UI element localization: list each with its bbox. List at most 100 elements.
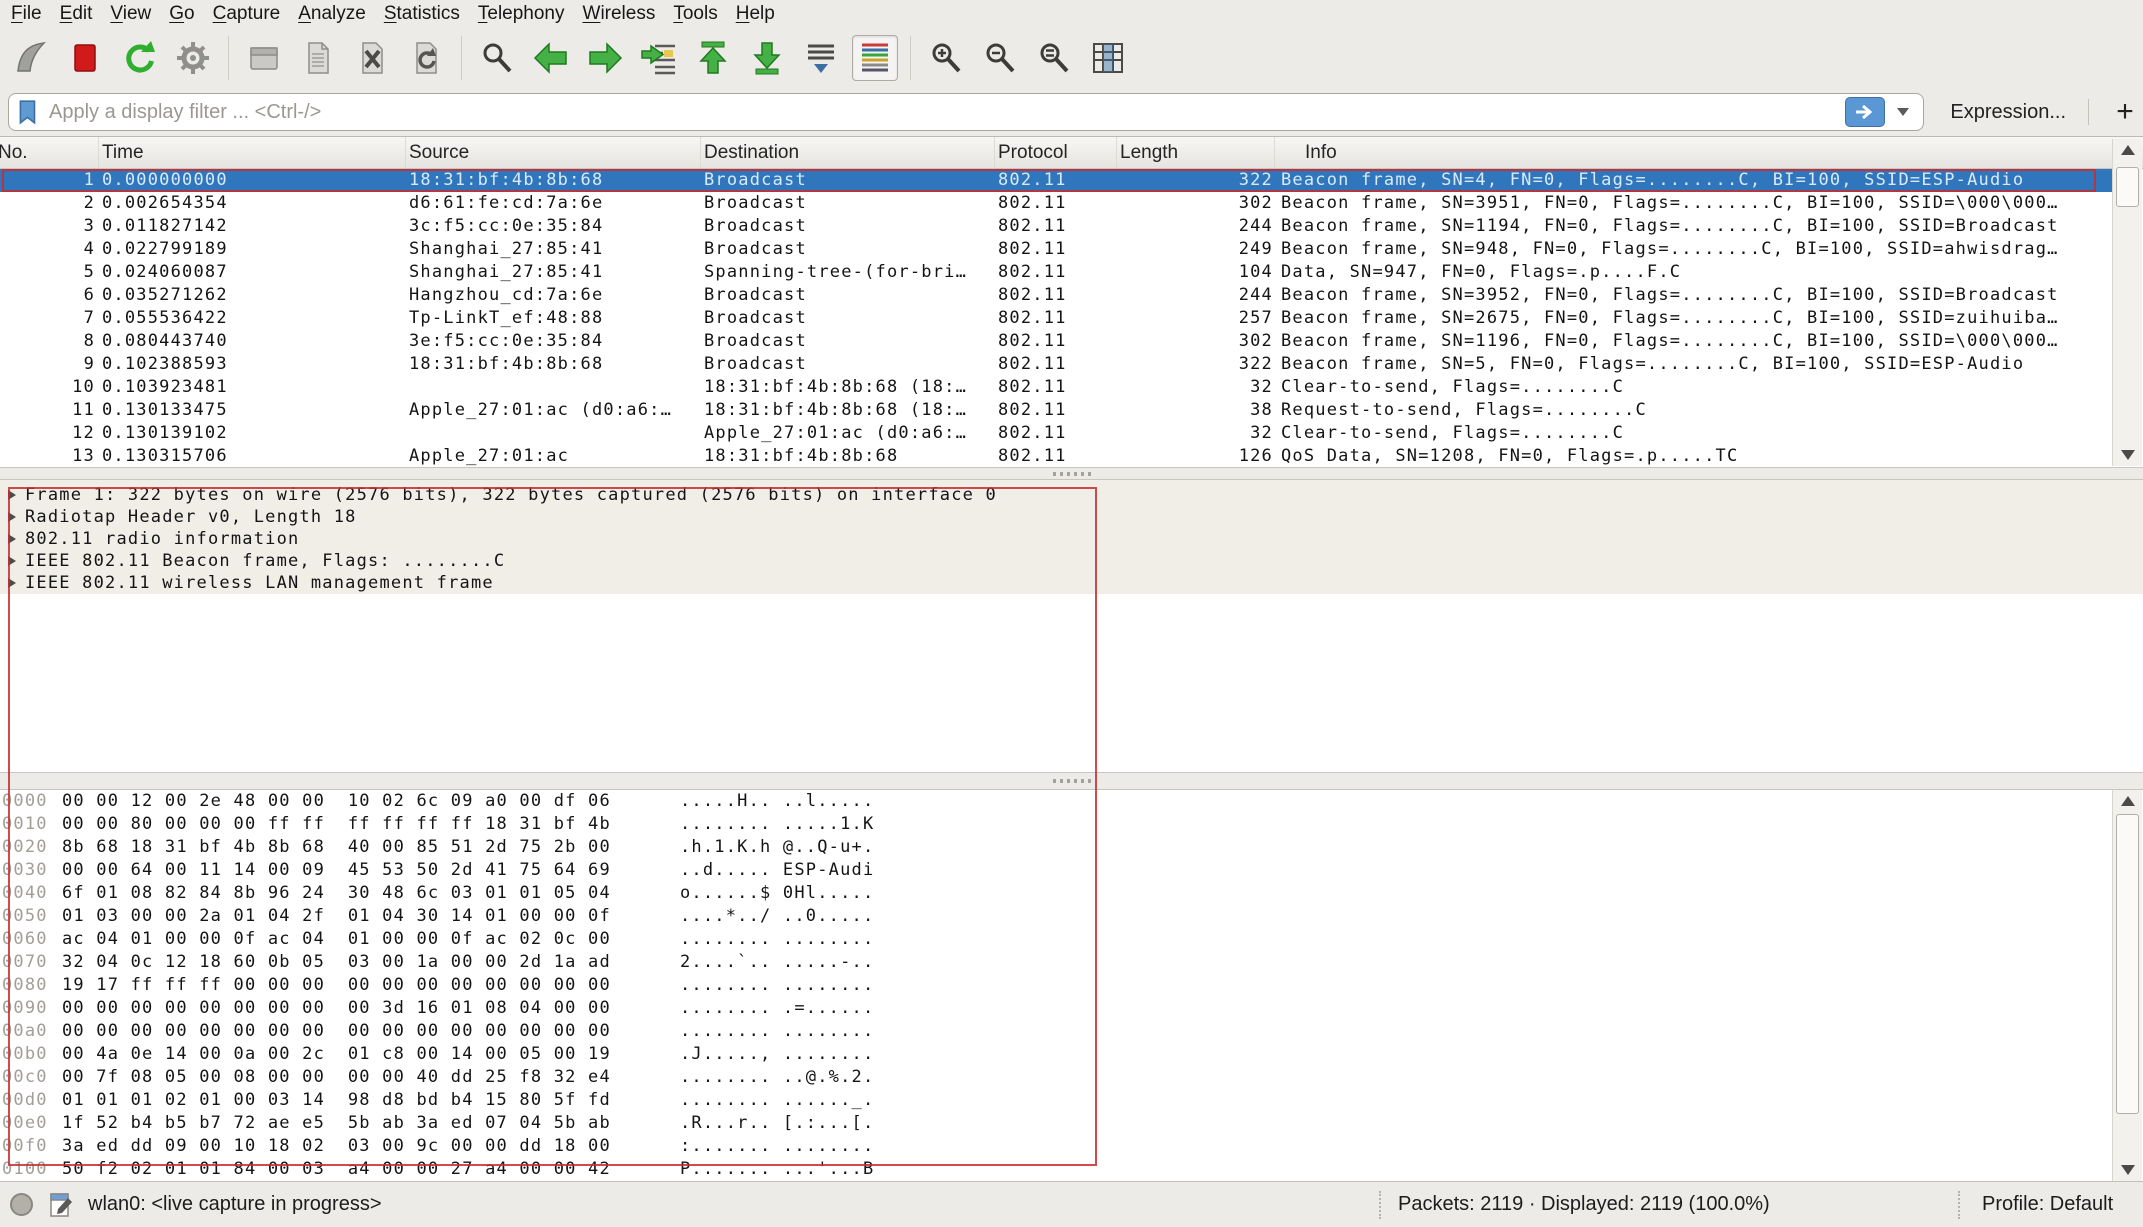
hex-row[interactable]: 00406f 01 08 82 84 8b 96 24 30 48 6c 03 …	[0, 882, 2143, 905]
packet-row[interactable]: 100.10392348118:31:bf:4b:8b:68 (18:…802.…	[0, 376, 2112, 399]
close-file-button[interactable]	[349, 35, 395, 81]
scrollbar-down-button[interactable]	[2113, 1159, 2142, 1181]
column-header-no[interactable]: No.	[0, 137, 99, 168]
hex-row[interactable]: 000000 00 12 00 2e 48 00 00 10 02 6c 09 …	[0, 790, 2143, 813]
packet-list-scrollbar[interactable]	[2112, 139, 2142, 466]
scrollbar-thumb[interactable]	[2116, 167, 2139, 207]
hex-row[interactable]: 007032 04 0c 12 18 60 0b 05 03 00 1a 00 …	[0, 951, 2143, 974]
resize-columns-button[interactable]	[1085, 35, 1131, 81]
auto-scroll-button[interactable]	[798, 35, 844, 81]
hex-row[interactable]: 00b000 4a 0e 14 00 0a 00 2c 01 c8 00 14 …	[0, 1043, 2143, 1066]
menu-item-telephony[interactable]: Telephony	[469, 0, 574, 28]
packet-row[interactable]: 10.00000000018:31:bf:4b:8b:68Broadcast80…	[0, 169, 2112, 192]
menu-item-view[interactable]: View	[101, 0, 160, 28]
detail-row[interactable]: IEEE 802.11 Beacon frame, Flags: .......…	[0, 550, 2143, 572]
pane-splitter[interactable]	[0, 467, 2143, 480]
detail-row[interactable]: 802.11 radio information	[0, 528, 2143, 550]
menu-item-analyze[interactable]: Analyze	[289, 0, 375, 28]
stop-capture-button[interactable]	[62, 35, 108, 81]
go-back-button[interactable]	[528, 35, 574, 81]
expert-info-icon[interactable]	[10, 1193, 33, 1216]
go-to-top-button[interactable]	[690, 35, 736, 81]
hex-row[interactable]: 0060ac 04 01 00 00 0f ac 04 01 00 00 0f …	[0, 928, 2143, 951]
go-to-packet-button[interactable]	[636, 35, 682, 81]
pane-splitter[interactable]	[0, 772, 2143, 790]
packet-row[interactable]: 130.130315706Apple_27:01:ac18:31:bf:4b:8…	[0, 445, 2112, 467]
menu-item-capture[interactable]: Capture	[204, 0, 290, 28]
menu-item-wireless[interactable]: Wireless	[574, 0, 665, 28]
expander-icon[interactable]	[8, 556, 16, 566]
hex-ascii: o......$ 0Hl.....	[680, 882, 874, 905]
colorize-button[interactable]	[852, 35, 898, 81]
expander-icon[interactable]	[8, 490, 16, 500]
bookmark-icon[interactable]	[17, 99, 39, 125]
hex-row[interactable]: 001000 00 80 00 00 00 ff ff ff ff ff ff …	[0, 813, 2143, 836]
column-header-length[interactable]: Length	[1117, 137, 1275, 168]
packet-row[interactable]: 50.024060087Shanghai_27:85:41Spanning-tr…	[0, 261, 2112, 284]
packet-row[interactable]: 110.130133475Apple_27:01:ac (d0:a6:…18:3…	[0, 399, 2112, 422]
packet-row[interactable]: 70.055536422Tp-LinkT_ef:48:88Broadcast80…	[0, 307, 2112, 330]
capture-options-button[interactable]	[170, 35, 216, 81]
expander-icon[interactable]	[8, 534, 16, 544]
detail-row[interactable]: IEEE 802.11 wireless LAN management fram…	[0, 572, 2143, 594]
scrollbar-up-button[interactable]	[2113, 790, 2142, 812]
menu-item-go[interactable]: Go	[160, 0, 203, 28]
hex-row[interactable]: 00e01f 52 b4 b5 b7 72 ae e5 5b ab 3a ed …	[0, 1112, 2143, 1135]
hex-row[interactable]: 00d001 01 01 02 01 00 03 14 98 d8 bd b4 …	[0, 1089, 2143, 1112]
expander-icon[interactable]	[8, 512, 16, 522]
hex-row[interactable]: 003000 00 64 00 11 14 00 09 45 53 50 2d …	[0, 859, 2143, 882]
packet-row[interactable]: 40.022799189Shanghai_27:85:41Broadcast80…	[0, 238, 2112, 261]
display-filter-field[interactable]	[8, 93, 1924, 131]
hex-row[interactable]: 00c000 7f 08 05 00 08 00 00 00 00 40 dd …	[0, 1066, 2143, 1089]
menu-item-statistics[interactable]: Statistics	[375, 0, 469, 28]
scrollbar-up-button[interactable]	[2113, 139, 2142, 161]
hex-offset: 0090	[2, 997, 48, 1020]
menu-item-file[interactable]: File	[2, 0, 51, 28]
find-packet-button[interactable]	[474, 35, 520, 81]
start-capture-button[interactable]	[8, 35, 54, 81]
packet-row[interactable]: 30.0118271423c:f5:cc:0e:35:84Broadcast80…	[0, 215, 2112, 238]
go-to-bottom-button[interactable]	[744, 35, 790, 81]
open-file-button[interactable]	[241, 35, 287, 81]
apply-filter-button[interactable]	[1845, 97, 1885, 127]
display-filter-input[interactable]	[39, 96, 1845, 128]
expander-icon[interactable]	[8, 578, 16, 588]
hex-row[interactable]: 00f03a ed dd 09 00 10 18 02 03 00 9c 00 …	[0, 1135, 2143, 1158]
menu-item-tools[interactable]: Tools	[664, 0, 726, 28]
capture-comment-icon[interactable]	[50, 1192, 74, 1218]
hex-row[interactable]: 009000 00 00 00 00 00 00 00 00 3d 16 01 …	[0, 997, 2143, 1020]
column-header-protocol[interactable]: Protocol	[995, 137, 1117, 168]
packet-row[interactable]: 90.10238859318:31:bf:4b:8b:68Broadcast80…	[0, 353, 2112, 376]
column-header-destination[interactable]: Destination	[701, 137, 995, 168]
hex-row[interactable]: 00208b 68 18 31 bf 4b 8b 68 40 00 85 51 …	[0, 836, 2143, 859]
save-file-button[interactable]	[295, 35, 341, 81]
menu-item-edit[interactable]: Edit	[51, 0, 102, 28]
column-header-source[interactable]: Source	[406, 137, 701, 168]
detail-row[interactable]: Frame 1: 322 bytes on wire (2576 bits), …	[0, 484, 2143, 506]
hex-row[interactable]: 005001 03 00 00 2a 01 04 2f 01 04 30 14 …	[0, 905, 2143, 928]
go-forward-button[interactable]	[582, 35, 628, 81]
scrollbar-down-button[interactable]	[2113, 444, 2142, 466]
column-header-time[interactable]: Time	[99, 137, 406, 168]
zoom-100-button[interactable]	[1031, 35, 1077, 81]
packet-row[interactable]: 60.035271262Hangzhou_cd:7a:6eBroadcast80…	[0, 284, 2112, 307]
restart-capture-button[interactable]	[116, 35, 162, 81]
zoom-out-button[interactable]	[977, 35, 1023, 81]
packet-row[interactable]: 20.002654354d6:61:fe:cd:7a:6eBroadcast80…	[0, 192, 2112, 215]
add-filter-button[interactable]: +	[2107, 95, 2143, 129]
packet-row[interactable]: 80.0804437403e:f5:cc:0e:35:84Broadcast80…	[0, 330, 2112, 353]
detail-row[interactable]: Radiotap Header v0, Length 18	[0, 506, 2143, 528]
menu-item-help[interactable]: Help	[727, 0, 784, 28]
scrollbar-thumb[interactable]	[2116, 814, 2139, 1114]
zoom-in-button[interactable]	[923, 35, 969, 81]
profile-text[interactable]: Profile: Default	[1982, 1182, 2113, 1227]
hex-row[interactable]: 00a000 00 00 00 00 00 00 00 00 00 00 00 …	[0, 1020, 2143, 1043]
hex-row[interactable]: 008019 17 ff ff ff 00 00 00 00 00 00 00 …	[0, 974, 2143, 997]
reload-file-button[interactable]	[403, 35, 449, 81]
hex-pane-scrollbar[interactable]	[2112, 790, 2142, 1181]
packet-row[interactable]: 120.130139102Apple_27:01:ac (d0:a6:…802.…	[0, 422, 2112, 445]
expression-button[interactable]: Expression...	[1950, 101, 2066, 124]
hex-row[interactable]: 010050 f2 02 01 01 84 00 03 a4 00 00 27 …	[0, 1158, 2143, 1181]
column-header-info[interactable]: Info	[1275, 137, 2143, 168]
filter-dropdown-caret[interactable]	[1897, 108, 1909, 116]
